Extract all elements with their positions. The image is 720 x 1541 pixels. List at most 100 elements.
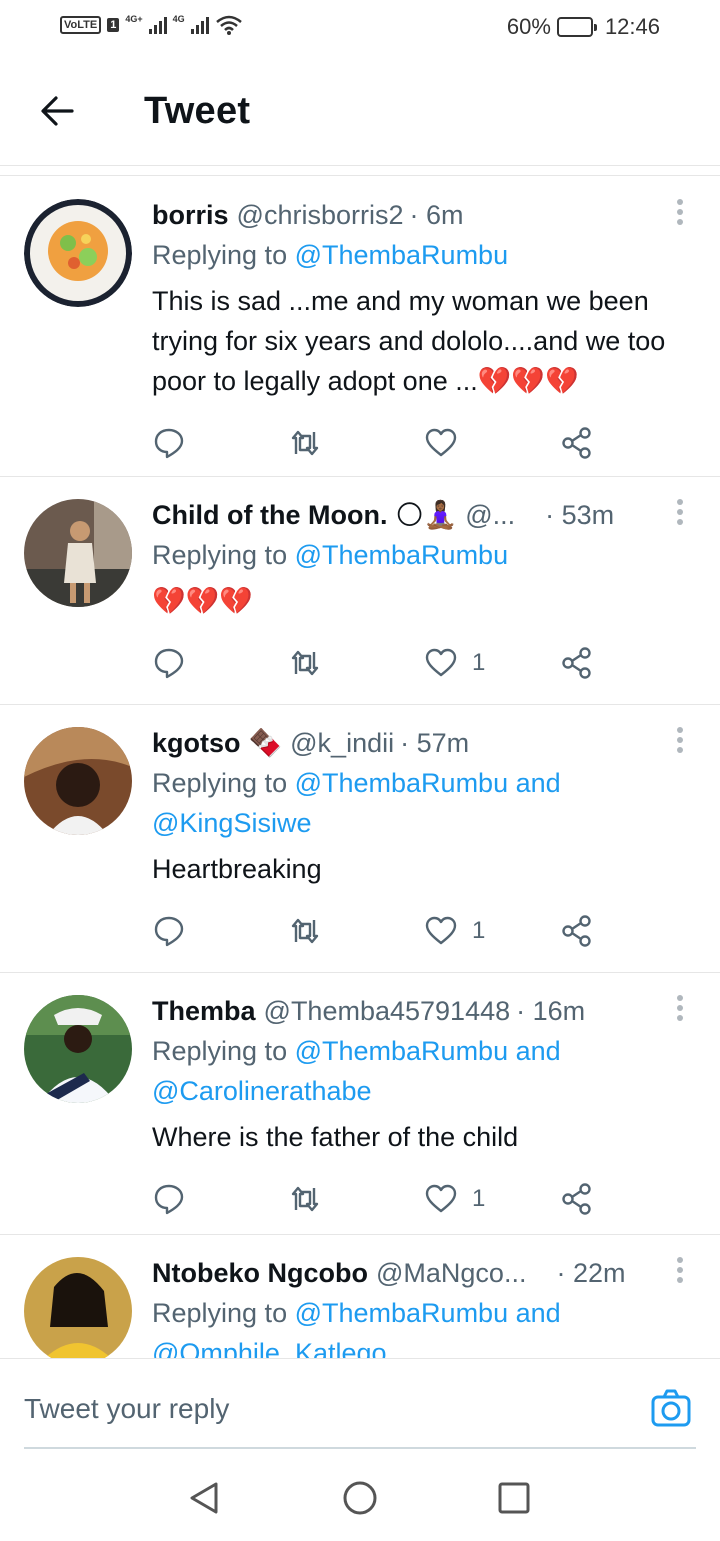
retweet-icon xyxy=(291,918,319,944)
divider xyxy=(0,166,720,176)
system-navigation-bar xyxy=(0,1448,720,1541)
replying-to-label: Replying to xyxy=(152,768,295,798)
name-emoji: 🌕🧘🏾‍♀️ xyxy=(395,500,458,530)
comment-icon xyxy=(154,648,184,679)
top-app-bar: Tweet xyxy=(0,56,720,166)
status-bar-right: 60% 12:46 xyxy=(507,14,660,40)
tweet-actions xyxy=(152,413,696,473)
author-name[interactable]: kgotso xyxy=(152,728,241,759)
tweet-text: 💔💔💔 xyxy=(152,586,253,616)
avatar[interactable] xyxy=(24,995,132,1103)
more-vertical-icon[interactable] xyxy=(676,199,684,225)
tweet-card[interactable]: Themba @Themba45791448 · 16m Replying to… xyxy=(0,973,720,1235)
heart-icon xyxy=(425,1184,457,1213)
replying-to: Replying to @ThembaRumbu and @Carolinera… xyxy=(152,1031,696,1111)
author-name[interactable]: Themba xyxy=(152,996,256,1027)
camera-icon[interactable] xyxy=(650,1387,692,1429)
share-icon xyxy=(562,647,591,679)
reply-button[interactable] xyxy=(152,646,288,680)
triangle-back-icon[interactable] xyxy=(186,1480,222,1516)
like-button[interactable] xyxy=(424,426,560,460)
tweet-card[interactable]: Child of the Moon. 🌕🧘🏾‍♀️ @... · 53m Rep… xyxy=(0,477,720,705)
tweet-card[interactable]: kgotso 🍫 @k_indii · 57m Replying to @The… xyxy=(0,705,720,973)
tweet-time: · 6m xyxy=(409,199,464,230)
share-icon xyxy=(562,1183,591,1215)
author-handle[interactable]: @k_indii xyxy=(290,728,394,759)
tweet-text: Heartbreaking xyxy=(152,854,322,884)
reply-button[interactable] xyxy=(152,426,288,460)
tweet-time: · 16m xyxy=(516,995,586,1026)
comment-icon xyxy=(154,1184,184,1215)
tweet-text: This is sad ...me and my woman we been t… xyxy=(152,286,666,396)
wifi-icon xyxy=(215,15,242,35)
like-button[interactable]: 1 xyxy=(424,914,560,948)
more-vertical-icon[interactable] xyxy=(676,995,684,1021)
signal-icon xyxy=(190,16,209,34)
retweet-button[interactable] xyxy=(288,1182,424,1216)
replying-to-label: Replying to xyxy=(152,1036,295,1066)
tweet-time: · 53m xyxy=(545,499,615,530)
author-handle[interactable]: @MaNgco... xyxy=(376,1258,526,1289)
comment-icon xyxy=(154,916,184,947)
battery-icon xyxy=(556,17,597,37)
more-vertical-icon[interactable] xyxy=(676,499,684,525)
circle-home-icon[interactable] xyxy=(342,1480,378,1516)
heart-icon xyxy=(425,916,457,945)
replying-to-label: Replying to xyxy=(152,240,295,270)
reply-button[interactable] xyxy=(152,1182,288,1216)
mention-link[interactable]: @ThembaRumbu xyxy=(295,540,509,570)
tweet-card[interactable]: borris @chrisborris2 · 6m Replying to @T… xyxy=(0,177,720,477)
like-button[interactable]: 1 xyxy=(424,646,560,680)
reply-input[interactable]: Tweet your reply xyxy=(24,1393,229,1425)
retweet-icon xyxy=(291,1186,319,1212)
retweet-button[interactable] xyxy=(288,914,424,948)
author-handle[interactable]: @... xyxy=(465,500,515,531)
avatar[interactable] xyxy=(24,727,132,835)
author-handle[interactable]: @chrisborris2 xyxy=(237,200,404,231)
tweet-card[interactable]: Ntobeko Ngcobo @MaNgco... · 22m Replying… xyxy=(0,1235,720,1358)
share-button[interactable] xyxy=(560,426,696,460)
reply-button[interactable] xyxy=(152,914,288,948)
retweet-icon xyxy=(291,650,319,676)
replies-feed[interactable]: borris @chrisborris2 · 6m Replying to @T… xyxy=(0,177,720,1358)
replying-to: Replying to @ThembaRumbu xyxy=(152,235,696,275)
arrow-left-icon[interactable] xyxy=(36,90,78,132)
like-button[interactable]: 1 xyxy=(424,1182,560,1216)
replying-to: Replying to @ThembaRumbu xyxy=(152,535,696,575)
tweet-actions: 1 xyxy=(152,1169,696,1229)
avatar[interactable] xyxy=(24,199,132,307)
square-recents-icon[interactable] xyxy=(496,1480,532,1516)
avatar[interactable] xyxy=(24,1257,132,1358)
replying-to: Replying to @ThembaRumbu and @KingSisiwe xyxy=(152,763,696,843)
reply-composer: Tweet your reply xyxy=(0,1358,720,1449)
replying-to: Replying to @ThembaRumbu and @Omphile_Ka… xyxy=(152,1293,696,1358)
more-vertical-icon[interactable] xyxy=(676,1257,684,1283)
share-button[interactable] xyxy=(560,1182,696,1216)
share-button[interactable] xyxy=(560,646,696,680)
like-count: 1 xyxy=(472,649,486,676)
heart-icon xyxy=(425,648,457,677)
mention-link[interactable]: @ThembaRumbu xyxy=(295,240,509,270)
sim-badge: 1 xyxy=(107,18,120,32)
retweet-icon xyxy=(291,430,319,456)
retweet-button[interactable] xyxy=(288,426,424,460)
heart-icon xyxy=(425,428,457,457)
share-icon xyxy=(562,915,591,947)
retweet-button[interactable] xyxy=(288,646,424,680)
replying-to-label: Replying to xyxy=(152,540,295,570)
like-count: 1 xyxy=(472,1185,486,1212)
share-icon xyxy=(562,427,591,459)
page-title: Tweet xyxy=(144,90,251,132)
more-vertical-icon[interactable] xyxy=(676,727,684,753)
signal-icon xyxy=(148,16,167,34)
share-button[interactable] xyxy=(560,914,696,948)
network-type-2: 4G xyxy=(172,14,185,24)
author-name[interactable]: borris xyxy=(152,200,229,231)
author-name[interactable]: Child of the Moon. xyxy=(152,500,387,531)
avatar[interactable] xyxy=(24,499,132,607)
battery-percent: 60% xyxy=(506,14,551,39)
name-emoji: 🍫 xyxy=(248,728,283,758)
author-handle[interactable]: @Themba45791448 xyxy=(264,996,511,1027)
tweet-actions: 1 xyxy=(152,633,696,693)
author-name[interactable]: Ntobeko Ngcobo xyxy=(152,1258,368,1289)
